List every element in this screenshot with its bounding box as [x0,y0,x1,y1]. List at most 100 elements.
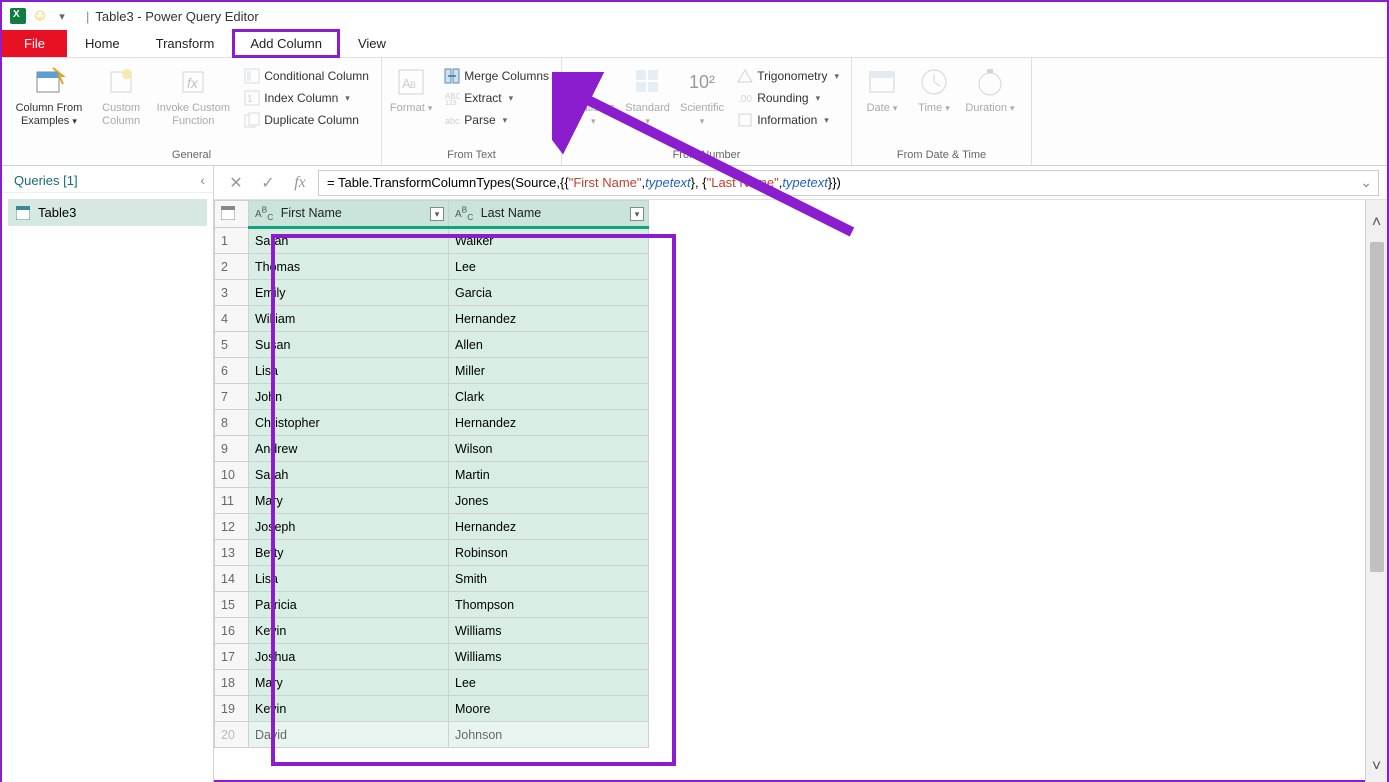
table-row[interactable]: 3EmilyGarcia [215,280,649,306]
table-row[interactable]: 17JoshuaWilliams [215,644,649,670]
cell-first-name[interactable]: Susan [249,332,449,358]
fx-icon[interactable]: fx [286,170,314,196]
table-row[interactable]: 10SarahMartin [215,462,649,488]
cell-last-name[interactable]: Johnson [449,722,649,748]
date-button[interactable]: Date ▾ [858,62,906,115]
cell-first-name[interactable]: Joseph [249,514,449,540]
cell-last-name[interactable]: Lee [449,254,649,280]
cell-first-name[interactable]: Kevin [249,618,449,644]
cell-first-name[interactable]: Mary [249,488,449,514]
filter-first-name-icon[interactable]: ▾ [430,207,444,221]
cell-first-name[interactable]: David [249,722,449,748]
standard-button[interactable]: Standard ▾ [622,62,672,128]
select-all-corner[interactable] [215,201,249,228]
information-button[interactable]: Information▾ [731,110,845,130]
cell-last-name[interactable]: Robinson [449,540,649,566]
cell-last-name[interactable]: Moore [449,696,649,722]
collapse-queries-icon[interactable]: ‹ [200,172,205,188]
tab-file[interactable]: File [2,30,67,57]
trigonometry-button[interactable]: Trigonometry▾ [731,66,845,86]
table-row[interactable]: 15PatriciaThompson [215,592,649,618]
cell-last-name[interactable]: Garcia [449,280,649,306]
cell-last-name[interactable]: Williams [449,644,649,670]
feedback-icon[interactable]: ☺ [30,6,50,26]
column-header-first-name[interactable]: ABC First Name ▾ [249,201,449,228]
cell-first-name[interactable]: Thomas [249,254,449,280]
cell-last-name[interactable]: Smith [449,566,649,592]
table-row[interactable]: 7JohnClark [215,384,649,410]
cell-last-name[interactable]: Wilson [449,436,649,462]
cell-first-name[interactable]: John [249,384,449,410]
table-row[interactable]: 12JosephHernandez [215,514,649,540]
table-row[interactable]: 18MaryLee [215,670,649,696]
scroll-down-icon[interactable]: ˅ [1372,758,1381,776]
cell-first-name[interactable]: Emily [249,280,449,306]
scientific-button[interactable]: 10² Scientific ▾ [677,62,727,128]
cell-first-name[interactable]: Lisa [249,358,449,384]
custom-column-button[interactable]: Custom Column [94,62,149,128]
duplicate-column-button[interactable]: Duplicate Column [238,110,375,130]
query-item-table3[interactable]: Table3 [8,199,207,226]
cell-first-name[interactable]: Christopher [249,410,449,436]
table-row[interactable]: 6LisaMiller [215,358,649,384]
cell-first-name[interactable]: Sarah [249,228,449,254]
rounding-button[interactable]: .00Rounding▾ [731,88,845,108]
cell-first-name[interactable]: Betty [249,540,449,566]
table-row[interactable]: 4WilliamHernandez [215,306,649,332]
table-row[interactable]: 16KevinWilliams [215,618,649,644]
statistics-button[interactable]: Σx̄ Statistics ▾ [568,62,618,128]
table-row[interactable]: 13BettyRobinson [215,540,649,566]
table-row[interactable]: 14LisaSmith [215,566,649,592]
table-row[interactable]: 9AndrewWilson [215,436,649,462]
extract-button[interactable]: ABC123Extract▾ [438,88,555,108]
cell-first-name[interactable]: Joshua [249,644,449,670]
cell-first-name[interactable]: Lisa [249,566,449,592]
table-row[interactable]: 2ThomasLee [215,254,649,280]
cell-last-name[interactable]: Lee [449,670,649,696]
tab-home[interactable]: Home [67,30,138,57]
commit-formula-icon[interactable]: ✓ [254,170,282,196]
cell-last-name[interactable]: Hernandez [449,306,649,332]
qat-dropdown-icon[interactable]: ▾ [52,6,72,26]
table-row[interactable]: 8ChristopherHernandez [215,410,649,436]
cell-last-name[interactable]: Hernandez [449,410,649,436]
cell-last-name[interactable]: Jones [449,488,649,514]
table-row[interactable]: 5SusanAllen [215,332,649,358]
scroll-up-icon[interactable]: ˄ [1372,214,1381,232]
table-row[interactable]: 19KevinMoore [215,696,649,722]
cell-last-name[interactable]: Williams [449,618,649,644]
cell-last-name[interactable]: Hernandez [449,514,649,540]
column-from-examples-button[interactable]: Column From Examples ▾ [8,62,90,128]
cell-last-name[interactable]: Clark [449,384,649,410]
table-row[interactable]: 20DavidJohnson [215,722,649,748]
cancel-formula-icon[interactable]: ✕ [222,170,250,196]
parse-button[interactable]: abcParse▾ [438,110,555,130]
tab-add-column[interactable]: Add Column [232,29,340,58]
filter-last-name-icon[interactable]: ▾ [630,207,644,221]
table-row[interactable]: 11MaryJones [215,488,649,514]
cell-first-name[interactable]: Patricia [249,592,449,618]
invoke-custom-function-button[interactable]: fx Invoke Custom Function [152,62,234,128]
conditional-column-button[interactable]: Conditional Column [238,66,375,86]
scroll-thumb[interactable] [1370,242,1384,572]
cell-first-name[interactable]: Andrew [249,436,449,462]
data-grid[interactable]: ABC First Name ▾ ABC Last Name ▾ 1SarahW… [214,200,1365,782]
cell-first-name[interactable]: Mary [249,670,449,696]
merge-columns-button[interactable]: Merge Columns [438,66,555,86]
cell-last-name[interactable]: Miller [449,358,649,384]
duration-button[interactable]: Duration ▾ [962,62,1018,115]
tab-view[interactable]: View [340,30,404,57]
cell-first-name[interactable]: Sarah [249,462,449,488]
table-row[interactable]: 1SarahWalker [215,228,649,254]
time-button[interactable]: Time ▾ [910,62,958,115]
index-column-button[interactable]: 1Index Column▾ [238,88,375,108]
cell-first-name[interactable]: Kevin [249,696,449,722]
cell-last-name[interactable]: Allen [449,332,649,358]
cell-last-name[interactable]: Martin [449,462,649,488]
formula-bar[interactable]: = Table.TransformColumnTypes(Source,{{"F… [318,170,1379,196]
expand-formula-icon[interactable]: ⌄ [1360,174,1372,191]
cell-last-name[interactable]: Thompson [449,592,649,618]
format-button[interactable]: AB Format ▾ [388,62,434,115]
vertical-scrollbar[interactable]: ˄ ˅ [1365,200,1387,782]
cell-last-name[interactable]: Walker [449,228,649,254]
